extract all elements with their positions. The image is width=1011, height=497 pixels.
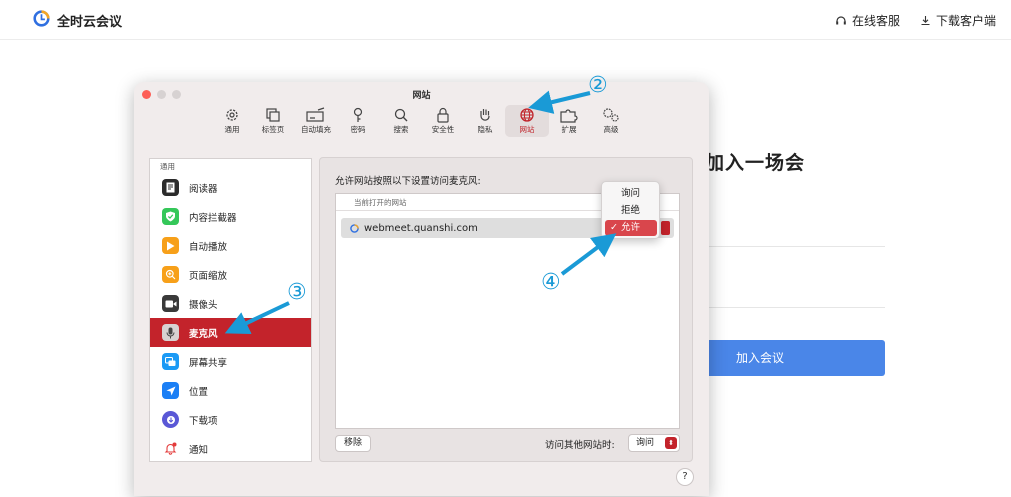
top-bar: 全时云会议 在线客服 下载客户端: [0, 0, 1011, 40]
download-client-link[interactable]: 下载客户端: [920, 12, 996, 29]
sidebar-item-label: 内容拦截器: [189, 212, 237, 224]
annotation-step-4: ④: [541, 270, 561, 295]
other-sites-select[interactable]: 询问 ⬍: [628, 434, 680, 452]
gear-icon: [226, 109, 238, 121]
tab-search[interactable]: 搜索: [379, 105, 423, 137]
remove-button[interactable]: 移除: [335, 435, 371, 452]
puzzle-icon: [560, 109, 578, 123]
headset-icon: [836, 15, 846, 24]
download-icon: [921, 16, 930, 26]
gears-icon: [603, 108, 619, 122]
safari-preferences-window: 网站 通用 标签页 自动填充 密码 搜索 安全性 隐私 网站 扩展 高级 通用 …: [134, 82, 709, 496]
tab-label: 安全性: [431, 125, 455, 134]
autoplay-icon: [162, 237, 179, 254]
panel-description: 允许网站按照以下设置访问麦克风:: [335, 176, 481, 187]
camera-icon: [162, 295, 179, 312]
tab-label: 通用: [224, 125, 240, 134]
join-meeting-button[interactable]: 加入会议: [700, 340, 885, 376]
input-underline: [705, 307, 885, 308]
sidebar-item-label: 摄像头: [189, 299, 218, 311]
sidebar-item-microphone[interactable]: 麦克风: [150, 318, 311, 347]
permission-select-stub[interactable]: [661, 221, 670, 235]
sidebar-item-label: 通知: [189, 444, 209, 456]
support-label: 在线客服: [852, 14, 901, 28]
sidebar-item-location[interactable]: 位置: [150, 376, 311, 405]
other-sites-label: 访问其他网站时:: [545, 440, 615, 451]
sidebar-item-label: 自动播放: [189, 241, 228, 253]
tab-privacy[interactable]: 隐私: [463, 105, 507, 137]
zoom-icon: [162, 266, 179, 283]
screen-share-icon: [162, 353, 179, 370]
tab-label: 扩展: [561, 125, 577, 134]
brand-logo-icon: [33, 10, 50, 27]
tab-tabs[interactable]: 标签页: [251, 105, 295, 137]
join-meeting-title: 加入一场会: [705, 152, 806, 174]
notifications-icon: [162, 440, 179, 457]
sidebar-item-screen-sharing[interactable]: 屏幕共享: [150, 347, 311, 376]
support-link[interactable]: 在线客服: [835, 12, 900, 29]
autofill-icon: [306, 107, 325, 122]
other-sites-value: 询问: [636, 438, 655, 448]
menu-item-ask[interactable]: 询问: [605, 186, 657, 202]
sidebar-item-label: 阅读器: [189, 183, 218, 195]
chevron-updown-icon: ⬍: [665, 437, 677, 449]
sidebar-item-label: 页面缩放: [189, 270, 228, 282]
tab-general[interactable]: 通用: [210, 105, 254, 137]
tab-security[interactable]: 安全性: [421, 105, 465, 137]
checkmark-icon: ✓: [610, 222, 618, 233]
tab-label: 高级: [603, 125, 619, 134]
sidebar-item-reader[interactable]: 阅读器: [150, 173, 311, 202]
sidebar-section-header: 通用: [160, 162, 175, 171]
help-button[interactable]: ?: [676, 468, 694, 486]
menu-item-allow[interactable]: ✓ 允许: [605, 220, 657, 236]
website-url: webmeet.quanshi.com: [364, 222, 478, 234]
content-blocker-icon: [162, 208, 179, 225]
tab-label: 密码: [350, 125, 366, 134]
tab-label: 自动填充: [301, 125, 331, 134]
sidebar-item-notifications[interactable]: 通知: [150, 434, 311, 463]
key-icon: [353, 107, 363, 122]
settings-sidebar: 通用 阅读器 内容拦截器 自动播放 页面缩放 摄像头 麦克风 屏幕共享 位置 下…: [149, 158, 312, 462]
sidebar-item-downloads[interactable]: 下载项: [150, 405, 311, 434]
site-favicon-icon: [350, 223, 359, 233]
tab-label: 搜索: [393, 125, 409, 134]
annotation-step-2: ②: [588, 73, 608, 98]
tab-websites[interactable]: 网站: [505, 105, 549, 137]
sidebar-item-label: 屏幕共享: [189, 357, 228, 369]
window-title: 网站: [412, 91, 431, 101]
globe-icon: [520, 108, 534, 122]
downloads-icon: [162, 411, 179, 428]
tab-autofill[interactable]: 自动填充: [294, 105, 338, 137]
sidebar-item-label: 下载项: [189, 415, 218, 427]
sidebar-item-label: 位置: [189, 386, 209, 398]
sidebar-item-label: 麦克风: [189, 328, 218, 340]
location-icon: [162, 382, 179, 399]
hand-icon: [480, 109, 490, 121]
tab-label: 标签页: [261, 125, 285, 134]
tab-label: 隐私: [477, 125, 493, 134]
reader-icon: [162, 179, 179, 196]
tab-label: 网站: [519, 125, 535, 134]
sidebar-item-autoplay[interactable]: 自动播放: [150, 231, 311, 260]
tab-extensions[interactable]: 扩展: [547, 105, 591, 137]
brand-name: 全时云会议: [57, 15, 123, 30]
input-underline: [705, 246, 885, 247]
tab-passwords[interactable]: 密码: [336, 105, 380, 137]
search-icon: [394, 108, 408, 122]
menu-item-label: 允许: [621, 222, 641, 233]
lock-icon: [437, 107, 449, 123]
sidebar-item-content-blockers[interactable]: 内容拦截器: [150, 202, 311, 231]
download-label: 下载客户端: [936, 14, 997, 28]
menu-item-deny[interactable]: 拒绝: [605, 203, 657, 219]
permission-popup-menu: 询问 拒绝 ✓ 允许: [601, 181, 660, 239]
tab-advanced[interactable]: 高级: [589, 105, 633, 137]
annotation-step-3: ③: [287, 280, 307, 305]
microphone-icon: [162, 324, 179, 341]
tabs-icon: [266, 108, 280, 122]
